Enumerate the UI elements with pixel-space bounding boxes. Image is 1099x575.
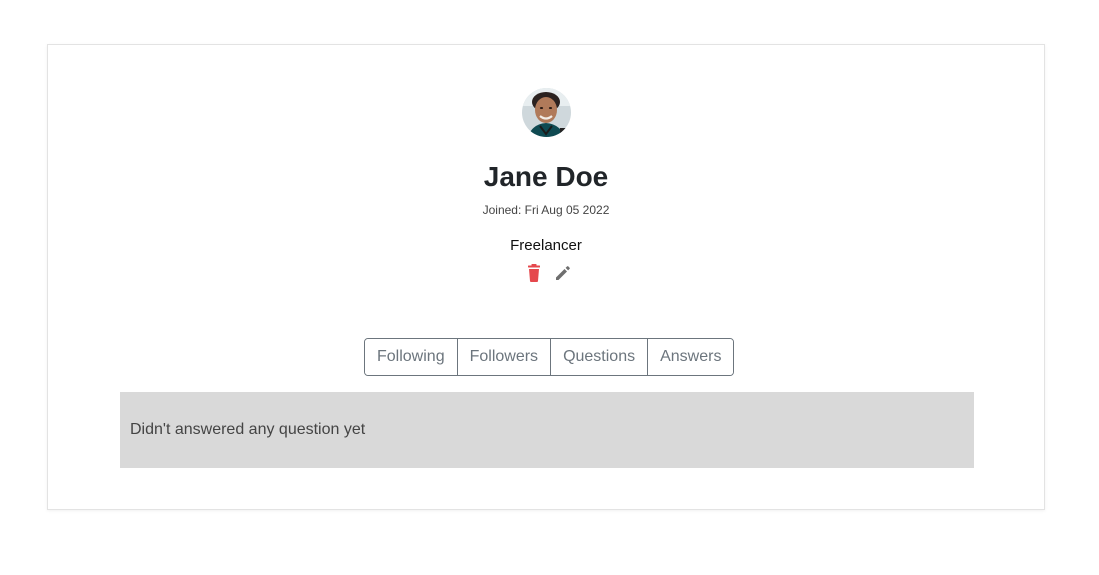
edit-button[interactable] — [553, 263, 573, 283]
profile-card: Jane Doe Joined: Fri Aug 05 2022 Freelan… — [47, 44, 1045, 510]
answers-panel: Didn't answered any question yet — [120, 392, 974, 468]
joined-date: Joined: Fri Aug 05 2022 — [482, 203, 610, 217]
avatar — [522, 88, 571, 137]
tab-followers[interactable]: Followers — [457, 339, 552, 375]
tab-questions[interactable]: Questions — [551, 339, 649, 375]
tab-answers[interactable]: Answers — [648, 339, 734, 375]
profile-name: Jane Doe — [483, 161, 609, 192]
pencil-icon — [556, 266, 570, 280]
empty-state-message: Didn't answered any question yet — [130, 421, 366, 438]
trash-icon — [528, 264, 540, 282]
avatar-image — [522, 88, 571, 137]
profile-tabs: Following Followers Questions Answers — [364, 338, 735, 376]
profile-role: Freelancer — [510, 237, 582, 254]
delete-button[interactable] — [524, 263, 544, 283]
tab-following[interactable]: Following — [365, 339, 458, 375]
profile-actions — [524, 263, 574, 283]
